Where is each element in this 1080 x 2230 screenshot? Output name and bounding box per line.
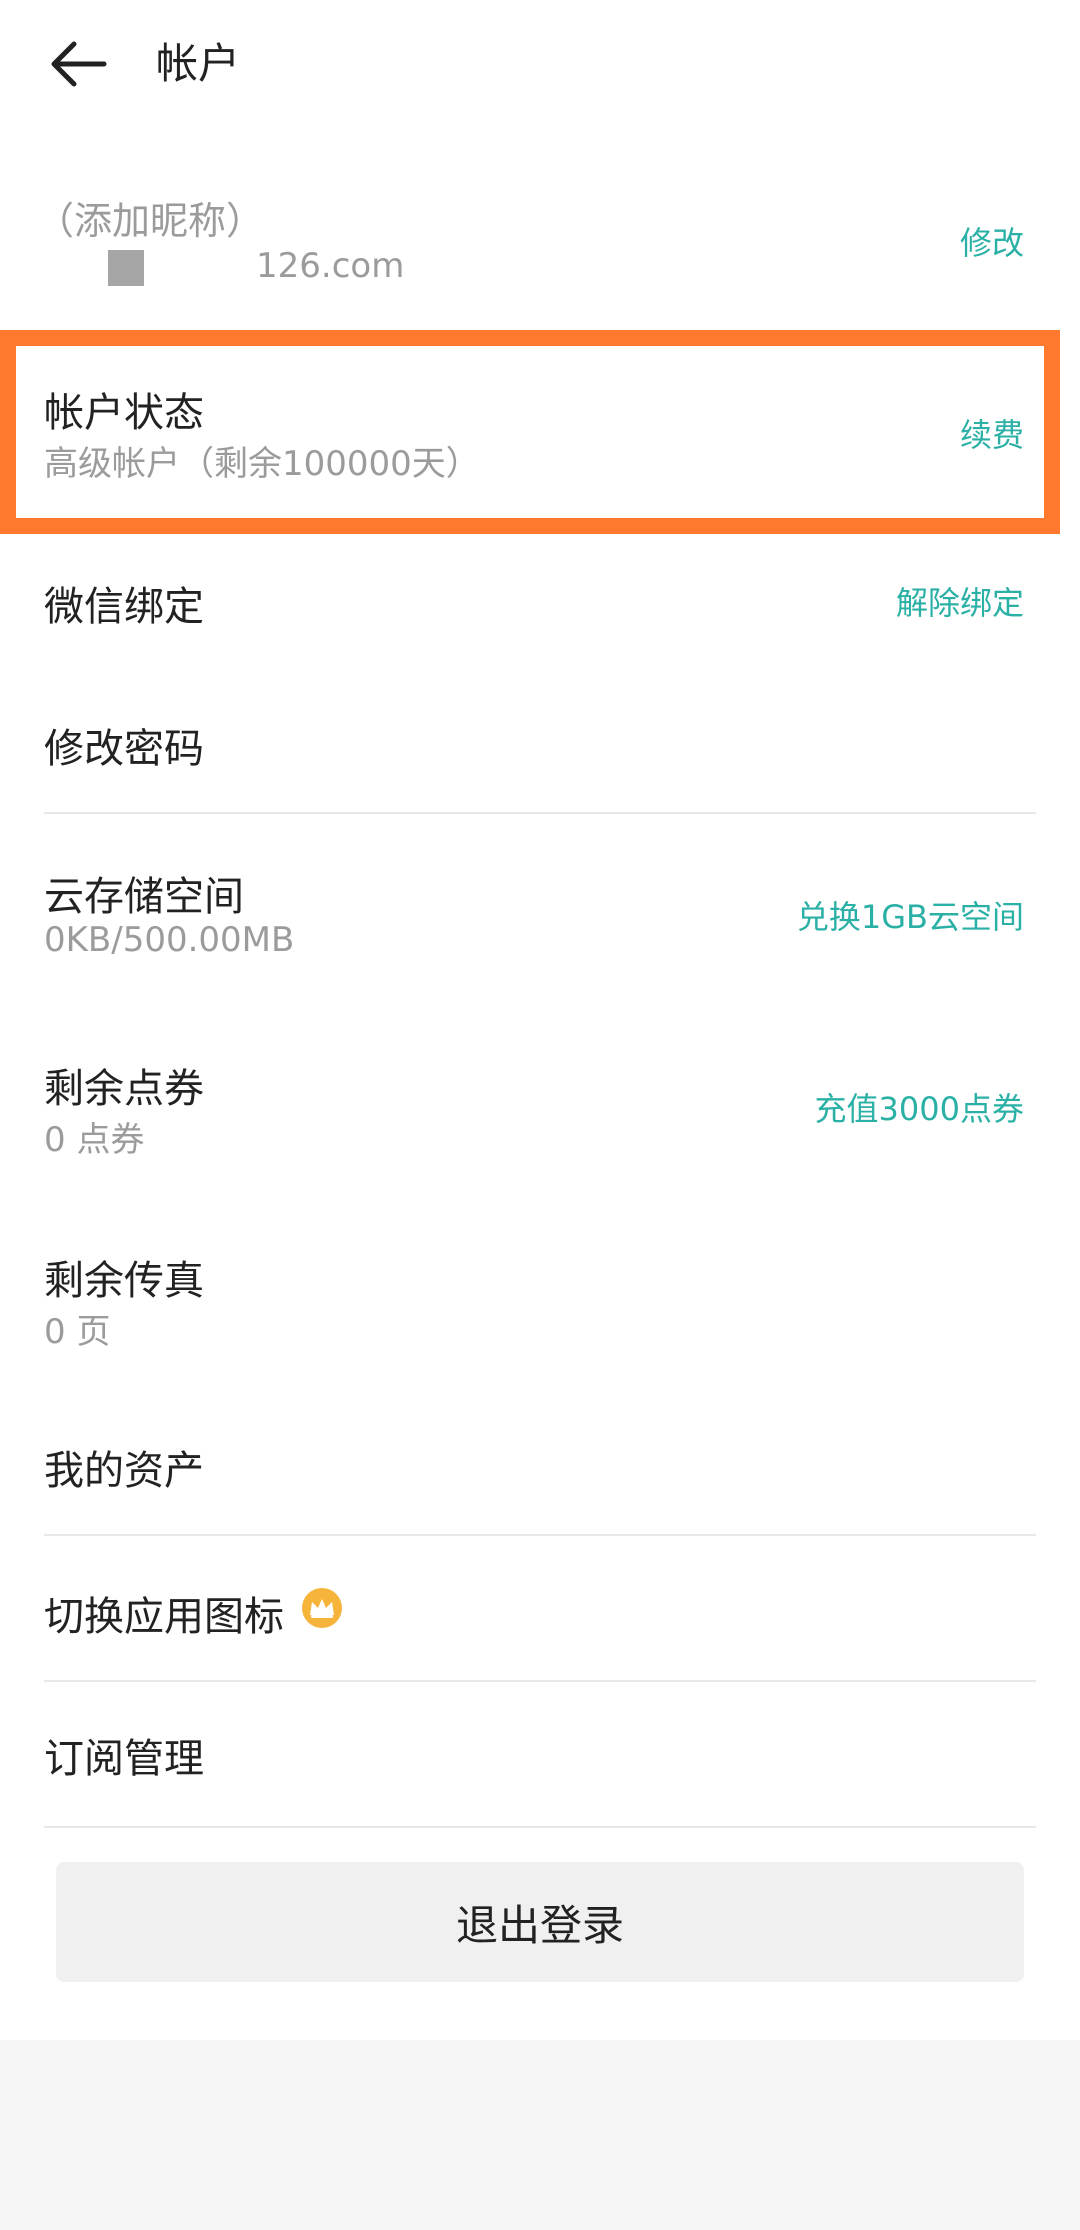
page-title: 帐户: [156, 39, 241, 88]
coupons-count: 0 点券: [44, 1120, 145, 1160]
header-bar: 帐户: [0, 0, 1080, 130]
coupons-row[interactable]: 剩余点券 0 点券 充值3000点券: [0, 1022, 1080, 1192]
fax-pages: 0 页: [44, 1312, 111, 1352]
nickname-label: （添加昵称）: [36, 199, 265, 243]
crown-icon: [302, 1588, 342, 1628]
divider: [44, 1534, 1036, 1536]
redacted-avatar: [108, 250, 144, 286]
profile-row[interactable]: （添加昵称） 126.com 修改: [0, 170, 1080, 320]
account-status-row[interactable]: 帐户状态 高级帐户（剩余100000天） 续费: [0, 346, 1080, 518]
wechat-title: 微信绑定: [44, 584, 204, 630]
subscription-management-title: 订阅管理: [44, 1736, 204, 1782]
arrow-left-icon: [51, 41, 107, 87]
cloud-storage-row[interactable]: 云存储空间 0KB/500.00MB 兑换1GB云空间: [0, 830, 1080, 1000]
wechat-row[interactable]: 微信绑定 解除绑定: [0, 530, 1080, 670]
edit-profile-button[interactable]: 修改: [960, 218, 1024, 264]
cloud-storage-title: 云存储空间: [44, 874, 244, 920]
account-page: 帐户 （添加昵称） 126.com 修改 帐户状态 高级帐户（剩余100000天…: [0, 0, 1080, 2040]
account-status-subtitle: 高级帐户（剩余100000天）: [44, 444, 480, 484]
change-password-title: 修改密码: [44, 726, 204, 772]
subscription-management-row[interactable]: 订阅管理: [0, 1690, 1080, 1822]
renew-button[interactable]: 续费: [960, 410, 1024, 456]
my-assets-title: 我的资产: [44, 1448, 204, 1494]
fax-title: 剩余传真: [44, 1258, 204, 1304]
divider: [44, 1680, 1036, 1682]
fax-row[interactable]: 剩余传真 0 页: [0, 1214, 1080, 1384]
redeem-storage-button[interactable]: 兑换1GB云空间: [797, 892, 1024, 938]
switch-app-icon-row[interactable]: 切换应用图标: [0, 1540, 1080, 1676]
change-password-row[interactable]: 修改密码: [0, 680, 1080, 810]
my-assets-row[interactable]: 我的资产: [0, 1406, 1080, 1532]
divider: [44, 1826, 1036, 1828]
switch-app-icon-title: 切换应用图标: [44, 1594, 284, 1640]
coupons-title: 剩余点券: [44, 1066, 204, 1112]
email-label: 126.com: [256, 246, 405, 286]
logout-button[interactable]: 退出登录: [56, 1862, 1024, 1982]
divider: [44, 812, 1036, 814]
unbind-wechat-button[interactable]: 解除绑定: [896, 578, 1024, 624]
recharge-coupons-button[interactable]: 充值3000点券: [815, 1084, 1024, 1130]
cloud-storage-usage: 0KB/500.00MB: [44, 920, 295, 960]
account-status-title: 帐户状态: [44, 390, 204, 436]
back-button[interactable]: [36, 28, 120, 100]
